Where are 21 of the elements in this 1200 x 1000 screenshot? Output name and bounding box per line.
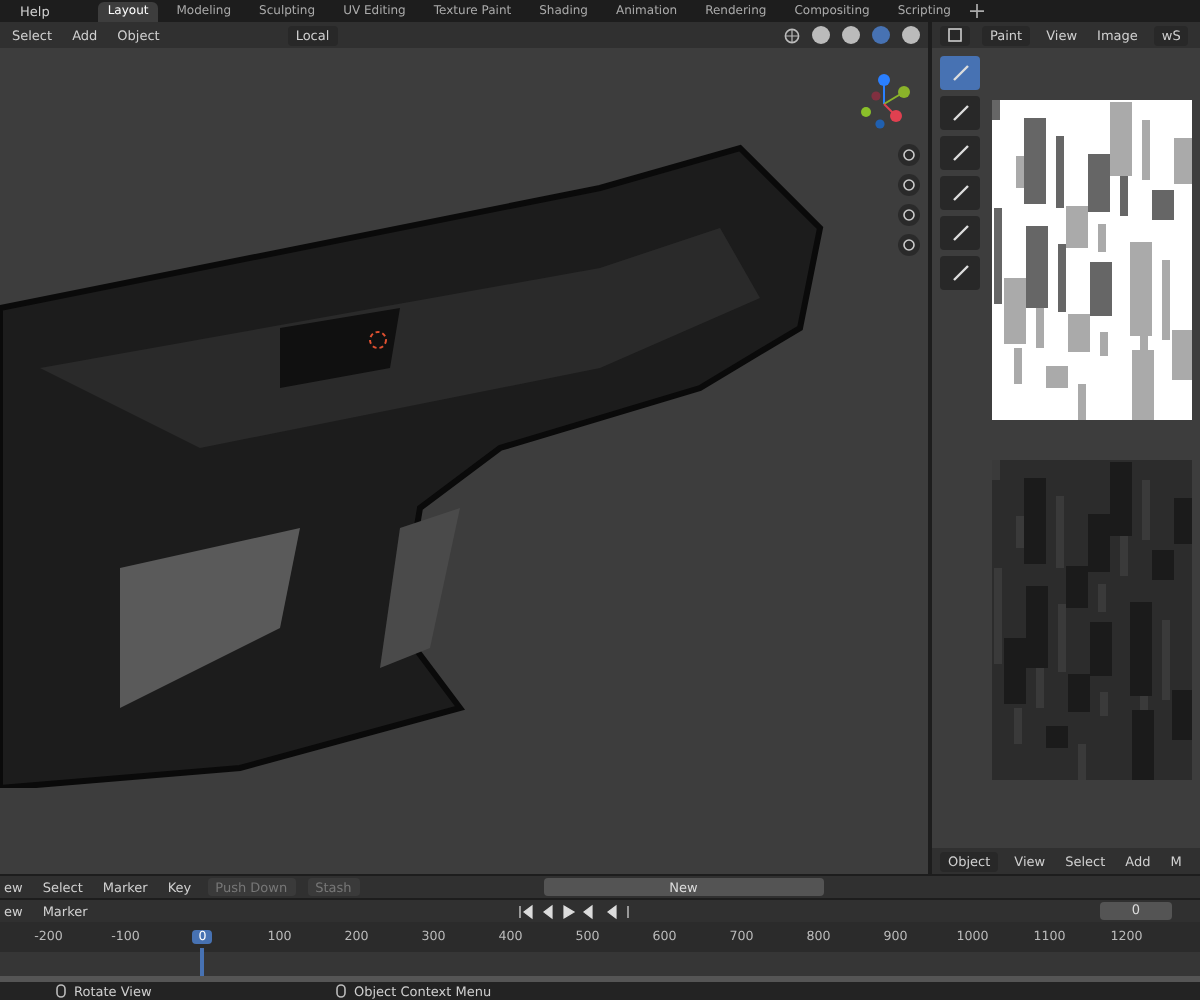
shading-mode-button[interactable] [812,26,830,44]
shading-mode-button[interactable] [902,26,920,44]
mouse-icon [336,984,346,998]
axis-gizmo-icon[interactable] [856,72,916,132]
brush-icon [951,64,969,82]
brush-tool-button[interactable] [940,216,980,250]
mouse-icon [56,984,66,998]
brush-tool-button[interactable] [940,176,980,210]
brush-icon [951,104,969,122]
brush-icon [951,264,969,282]
globe-icon[interactable] [784,27,800,43]
brush-icon [951,184,969,202]
brush-tool-button[interactable] [940,256,980,290]
3d-cursor-icon [368,330,388,350]
brush-tool-button[interactable] [940,96,980,130]
add-icon[interactable] [969,4,983,18]
brush-icon [951,144,969,162]
editor-type-dropdown[interactable] [940,25,970,45]
shading-mode-button[interactable] [842,26,860,44]
brush-tool-button[interactable] [940,136,980,170]
brush-icon [951,224,969,242]
